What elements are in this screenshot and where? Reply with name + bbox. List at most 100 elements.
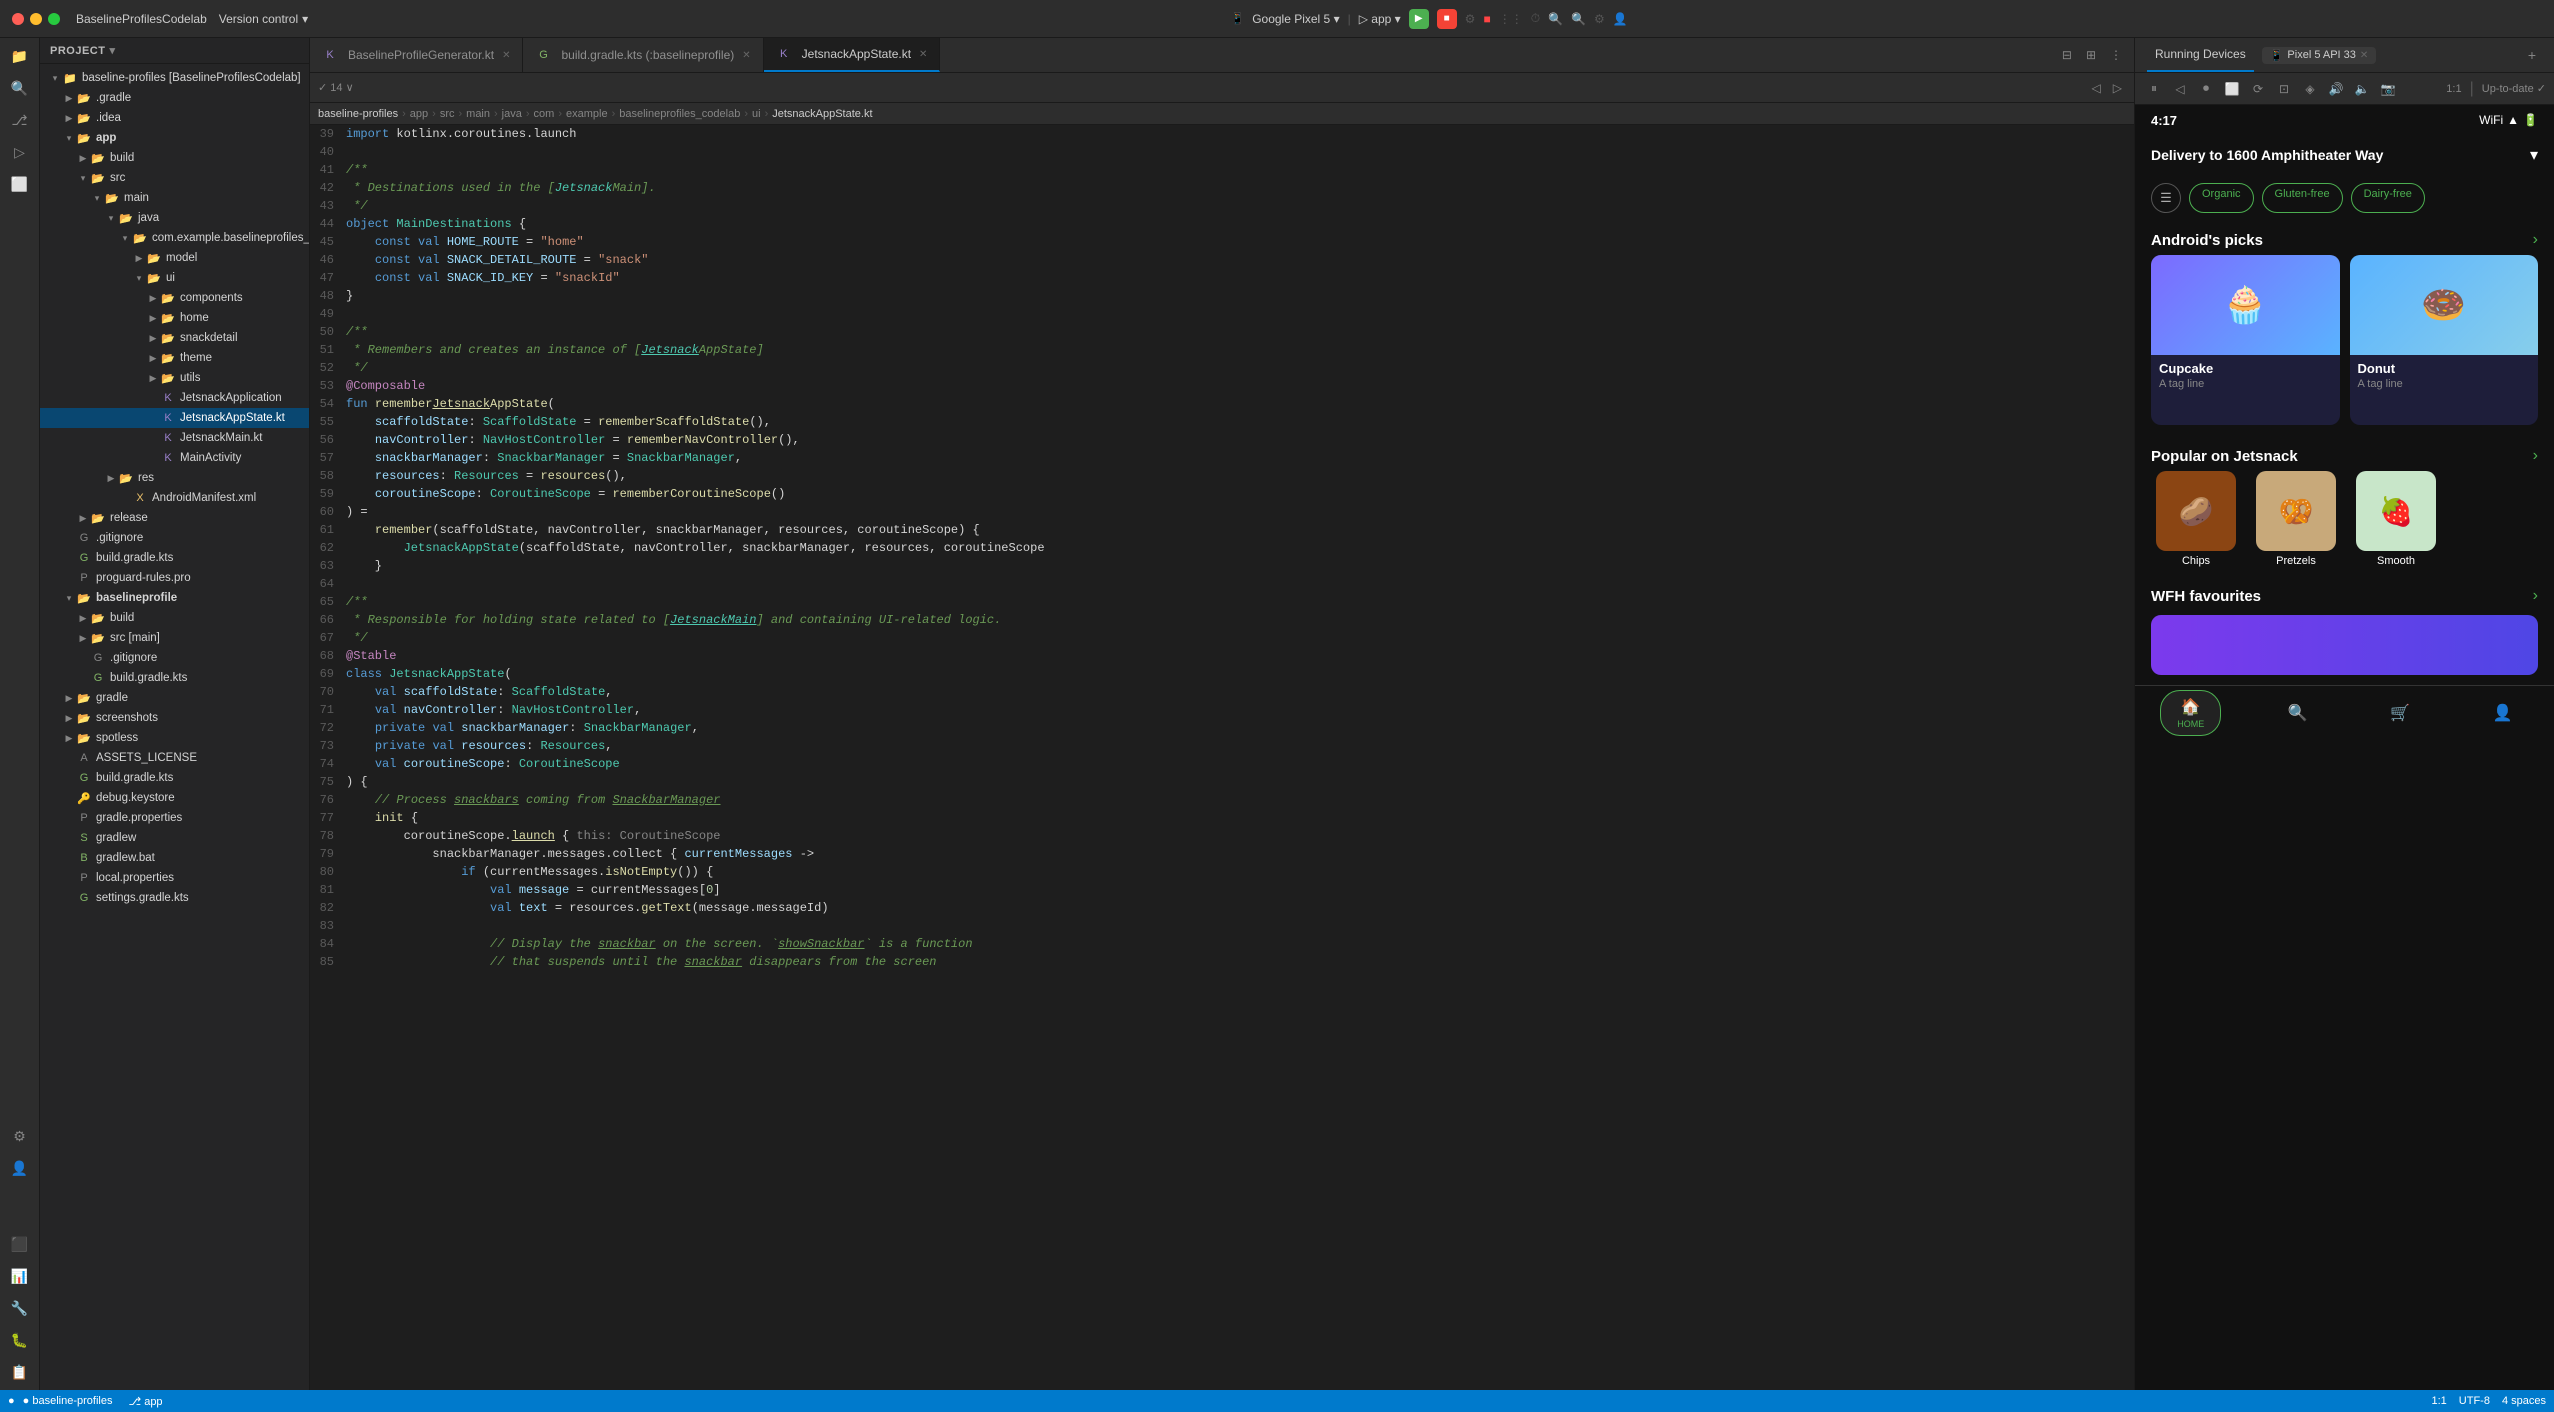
activity-ext-icon[interactable]: ⬜: [6, 170, 34, 198]
tree-item-buildgradle2[interactable]: ▶ G build.gradle.kts: [40, 668, 309, 688]
tree-item-components[interactable]: ▶ 📂 components: [40, 288, 309, 308]
tree-item-baselineprofile[interactable]: ▾ 📂 baselineprofile: [40, 588, 309, 608]
nav-search-button[interactable]: 🔍: [2272, 697, 2324, 729]
volume-down-btn[interactable]: 🔈: [2351, 78, 2373, 100]
overview-btn[interactable]: ⬜: [2221, 78, 2243, 100]
wfh-arrow[interactable]: ›: [2533, 587, 2538, 605]
tree-item-src[interactable]: ▾ 📂 src: [40, 168, 309, 188]
activity-extra5-icon[interactable]: 📋: [6, 1358, 34, 1386]
tree-item-src-main[interactable]: ▶ 📂 src [main]: [40, 628, 309, 648]
status-indent[interactable]: 4 spaces: [2502, 1395, 2546, 1407]
tree-item-com[interactable]: ▾ 📂 com.example.baselineprofiles_codel: [40, 228, 309, 248]
tree-item-jetsnackmain[interactable]: ▶ K JetsnackMain.kt: [40, 428, 309, 448]
snap-btn[interactable]: ◈: [2299, 78, 2321, 100]
tree-item-main[interactable]: ▾ 📂 main: [40, 188, 309, 208]
tab-baseline-generator[interactable]: K BaselineProfileGenerator.kt ✕: [310, 38, 523, 72]
rotate-btn[interactable]: ⟳: [2247, 78, 2269, 100]
activity-extra-icon[interactable]: ⬛: [6, 1230, 34, 1258]
maximize-button[interactable]: [48, 13, 60, 25]
tree-item-release[interactable]: ▶ 📂 release: [40, 508, 309, 528]
tree-item-buildgradle[interactable]: ▶ G build.gradle.kts: [40, 548, 309, 568]
tree-item-gradlew[interactable]: ▶ S gradlew: [40, 828, 309, 848]
breadcrumb-ui[interactable]: ui: [752, 108, 761, 120]
breadcrumb-example[interactable]: example: [566, 108, 608, 120]
device-tab-close[interactable]: ✕: [2360, 50, 2368, 61]
breadcrumb-baselineprofiles[interactable]: baselineprofiles_codelab: [619, 108, 740, 120]
tree-item-ui[interactable]: ▾ 📂 ui: [40, 268, 309, 288]
tree-item-res[interactable]: ▶ 📂 res: [40, 468, 309, 488]
tree-item-gitignore[interactable]: ▶ G .gitignore: [40, 528, 309, 548]
version-control[interactable]: Version control ▾: [219, 12, 308, 26]
tree-item-gradle-hidden[interactable]: ▶ 📂 .gradle: [40, 88, 309, 108]
tree-item-spotless[interactable]: ▶ 📂 spotless: [40, 728, 309, 748]
power-btn[interactable]: ⏸: [2143, 78, 2165, 100]
add-device-button[interactable]: +: [2522, 45, 2542, 65]
tab-jetsnack-appstate[interactable]: K JetsnackAppState.kt ✕: [764, 38, 941, 72]
activity-settings-icon[interactable]: ⚙: [6, 1122, 34, 1150]
tree-item-proguard[interactable]: ▶ P proguard-rules.pro: [40, 568, 309, 588]
activity-person-icon[interactable]: 👤: [6, 1154, 34, 1182]
tab-close-1[interactable]: ✕: [742, 50, 750, 61]
tree-item-screenshots[interactable]: ▶ 📂 screenshots: [40, 708, 309, 728]
activity-extra4-icon[interactable]: 🐛: [6, 1326, 34, 1354]
camera-btn[interactable]: 📷: [2377, 78, 2399, 100]
next-btn[interactable]: ▷: [2109, 79, 2126, 97]
tree-item-snackdetail[interactable]: ▶ 📂 snackdetail: [40, 328, 309, 348]
volume-up-btn[interactable]: 🔊: [2325, 78, 2347, 100]
tree-item-localprops[interactable]: ▶ P local.properties: [40, 868, 309, 888]
fold-btn[interactable]: ⊡: [2273, 78, 2295, 100]
device-tab[interactable]: 📱 Pixel 5 API 33 ✕: [2262, 47, 2377, 64]
tree-root[interactable]: ▾ 📁 baseline-profiles [BaselineProfilesC…: [40, 68, 309, 88]
dropdown-chevron-icon[interactable]: ▾: [2530, 145, 2538, 165]
popular-item-pretzels[interactable]: 🥨 Pretzels: [2251, 471, 2341, 567]
delivery-header[interactable]: Delivery to 1600 Amphitheater Way ▾: [2135, 135, 2554, 175]
breadcrumb-baseline[interactable]: baseline-profiles: [318, 108, 398, 120]
breadcrumb-java[interactable]: java: [502, 108, 522, 120]
panel-tab-running-devices[interactable]: Running Devices: [2147, 38, 2254, 72]
activity-run-icon[interactable]: ▷: [6, 138, 34, 166]
tree-item-gradle2[interactable]: ▶ 📂 gradle: [40, 688, 309, 708]
tab-build-gradle[interactable]: G build.gradle.kts (:baselineprofile) ✕: [523, 38, 763, 72]
tree-item-mainactivity[interactable]: ▶ K MainActivity: [40, 448, 309, 468]
tree-item-build2[interactable]: ▶ 📂 build: [40, 608, 309, 628]
tree-item-idea[interactable]: ▶ 📂 .idea: [40, 108, 309, 128]
activity-git-icon[interactable]: ⎇: [6, 106, 34, 134]
tree-item-model[interactable]: ▶ 📂 model: [40, 248, 309, 268]
tree-item-gradlewbat[interactable]: ▶ B gradlew.bat: [40, 848, 309, 868]
stop-button[interactable]: ■: [1437, 9, 1457, 29]
minimize-button[interactable]: [30, 13, 42, 25]
pick-card-donut[interactable]: 🍩 Donut A tag line: [2350, 255, 2539, 425]
home-device-btn[interactable]: ⏺: [2195, 78, 2217, 100]
filter-icon[interactable]: ☰: [2151, 183, 2181, 213]
popular-arrow[interactable]: ›: [2533, 447, 2538, 465]
breadcrumb-file[interactable]: JetsnackAppState.kt: [772, 108, 872, 120]
tree-item-jetsnackappstate[interactable]: ▶ K JetsnackAppState.kt: [40, 408, 309, 428]
tree-item-jetsnackapplication[interactable]: ▶ K JetsnackApplication: [40, 388, 309, 408]
activity-extra3-icon[interactable]: 🔧: [6, 1294, 34, 1322]
tree-item-settings[interactable]: ▶ G settings.gradle.kts: [40, 888, 309, 908]
androids-picks-arrow[interactable]: ›: [2533, 231, 2538, 249]
nav-profile-button[interactable]: 👤: [2477, 697, 2529, 729]
filter-chip-organic[interactable]: Organic: [2189, 183, 2254, 213]
tree-item-manifest[interactable]: ▶ X AndroidManifest.xml: [40, 488, 309, 508]
nav-cart-button[interactable]: 🛒: [2374, 697, 2426, 729]
filter-chip-dairy-free[interactable]: Dairy-free: [2351, 183, 2425, 213]
split-editor-btn[interactable]: ⊟: [2058, 46, 2076, 64]
close-button[interactable]: [12, 13, 24, 25]
status-encoding[interactable]: UTF-8: [2459, 1395, 2490, 1407]
breadcrumb-app[interactable]: app: [410, 108, 428, 120]
tree-item-build[interactable]: ▶ 📂 build: [40, 148, 309, 168]
breadcrumb-src[interactable]: src: [440, 108, 455, 120]
activity-extra2-icon[interactable]: 📊: [6, 1262, 34, 1290]
tree-item-keystore[interactable]: ▶ 🔑 debug.keystore: [40, 788, 309, 808]
run-button[interactable]: ▶: [1409, 9, 1429, 29]
tree-item-home[interactable]: ▶ 📂 home: [40, 308, 309, 328]
tree-item-gitignore2[interactable]: ▶ G .gitignore: [40, 648, 309, 668]
view-btn[interactable]: ⊞: [2082, 46, 2100, 64]
pick-card-cupcake[interactable]: 🧁 Cupcake A tag line: [2151, 255, 2340, 425]
tree-item-gradleprops[interactable]: ▶ P gradle.properties: [40, 808, 309, 828]
tree-item-buildgradle-root[interactable]: ▶ G build.gradle.kts: [40, 768, 309, 788]
tree-item-theme[interactable]: ▶ 📂 theme: [40, 348, 309, 368]
activity-find-icon[interactable]: 🔍: [6, 74, 34, 102]
tab-close-0[interactable]: ✕: [502, 50, 510, 61]
